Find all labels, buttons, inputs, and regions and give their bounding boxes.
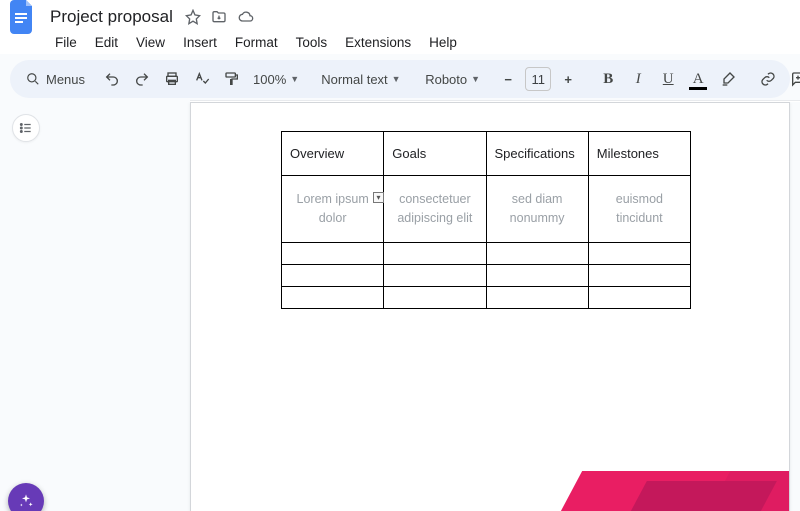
toolbar: Menus 100%▼ Normal text▼ Roboto▼ − 11 + … (10, 60, 790, 98)
zoom-value: 100% (253, 72, 286, 87)
menu-edit[interactable]: Edit (88, 32, 125, 53)
table-cell[interactable]: Lorem ipsum dolor (282, 176, 384, 243)
docs-logo-icon[interactable] (10, 0, 36, 34)
font-family-value: Roboto (425, 72, 467, 87)
spellcheck-button[interactable] (189, 65, 215, 93)
document-title[interactable]: Project proposal (46, 7, 177, 27)
highlight-color-button[interactable] (715, 65, 741, 93)
paragraph-style-select[interactable]: Normal text ▼ (317, 67, 407, 91)
search-icon (26, 72, 40, 86)
table-cell[interactable] (282, 286, 384, 308)
redo-button[interactable] (129, 65, 155, 93)
table-cell[interactable]: sed diam nonummy (486, 176, 588, 243)
font-size-increase-button[interactable]: + (555, 65, 581, 93)
table-header-row: Overview Goals Specifications Milestones (282, 132, 691, 176)
table-cell[interactable] (486, 264, 588, 286)
document-canvas: Overview Goals Specifications Milestones… (0, 102, 800, 511)
table-cell[interactable] (282, 264, 384, 286)
underline-button[interactable]: U (655, 65, 681, 93)
explore-fab-button[interactable] (8, 483, 44, 511)
menu-help[interactable]: Help (422, 32, 464, 53)
outline-icon (19, 121, 33, 135)
table-cell[interactable] (384, 286, 486, 308)
search-menus-label: Menus (46, 72, 85, 87)
comment-add-icon (790, 71, 800, 87)
bold-button[interactable]: B (595, 65, 621, 93)
menu-tools[interactable]: Tools (289, 32, 335, 53)
move-icon[interactable] (211, 9, 227, 25)
paint-roller-icon (224, 71, 240, 87)
page-footer-graphic (191, 471, 789, 511)
font-family-select[interactable]: Roboto ▼ (421, 67, 481, 91)
font-size-input[interactable]: 11 (525, 67, 551, 91)
cloud-status-icon[interactable] (237, 9, 255, 25)
text-color-button[interactable]: A (685, 65, 711, 93)
sparkle-icon (18, 493, 34, 509)
table-cell[interactable] (384, 242, 486, 264)
title-row: Project proposal (10, 4, 790, 30)
table-cell[interactable] (588, 242, 690, 264)
chevron-down-icon: ▼ (471, 74, 480, 84)
search-menus-chip[interactable]: Menus (18, 65, 95, 93)
table-cell[interactable]: consectetuer adipiscing elit (384, 176, 486, 243)
outline-toggle-button[interactable] (12, 114, 40, 142)
font-size-value: 11 (526, 72, 550, 87)
menu-bar: File Edit View Insert Format Tools Exten… (48, 30, 790, 54)
document-table[interactable]: Overview Goals Specifications Milestones… (281, 131, 691, 309)
menu-file[interactable]: File (48, 32, 84, 53)
menu-extensions[interactable]: Extensions (338, 32, 418, 53)
highlighter-icon (720, 71, 736, 87)
menu-format[interactable]: Format (228, 32, 285, 53)
table-cell[interactable] (588, 286, 690, 308)
print-icon (164, 71, 180, 87)
link-icon (760, 71, 776, 87)
table-cell[interactable] (588, 264, 690, 286)
table-header-cell[interactable]: Specifications (486, 132, 588, 176)
font-size-decrease-button[interactable]: − (495, 65, 521, 93)
table-header-cell[interactable]: Overview (282, 132, 384, 176)
chevron-down-icon: ▼ (392, 74, 401, 84)
document-page[interactable]: Overview Goals Specifications Milestones… (190, 102, 790, 511)
paragraph-style-value: Normal text (321, 72, 387, 87)
menu-view[interactable]: View (129, 32, 172, 53)
insert-link-button[interactable] (755, 65, 781, 93)
table-row (282, 242, 691, 264)
app-header: Project proposal File Edit View Insert F… (0, 0, 800, 54)
menu-insert[interactable]: Insert (176, 32, 224, 53)
table-header-cell[interactable]: Goals (384, 132, 486, 176)
undo-icon (104, 71, 120, 87)
table-cell[interactable] (384, 264, 486, 286)
table-cell[interactable] (486, 286, 588, 308)
undo-button[interactable] (99, 65, 125, 93)
print-button[interactable] (159, 65, 185, 93)
add-comment-button[interactable] (785, 65, 800, 93)
italic-button[interactable]: I (625, 65, 651, 93)
table-row (282, 264, 691, 286)
star-icon[interactable] (185, 9, 201, 25)
redo-icon (134, 71, 150, 87)
zoom-select[interactable]: 100% ▼ (249, 67, 303, 91)
table-row (282, 286, 691, 308)
table-row: Lorem ipsum dolor consectetuer adipiscin… (282, 176, 691, 243)
table-cell[interactable] (486, 242, 588, 264)
chevron-down-icon: ▼ (290, 74, 299, 84)
paint-format-button[interactable] (219, 65, 245, 93)
table-header-cell[interactable]: Milestones (588, 132, 690, 176)
table-cell-handle[interactable]: ▾ (373, 192, 384, 203)
table-cell[interactable]: euismod tincidunt (588, 176, 690, 243)
title-action-icons (185, 9, 255, 25)
table-cell[interactable] (282, 242, 384, 264)
spellcheck-icon (194, 71, 210, 87)
